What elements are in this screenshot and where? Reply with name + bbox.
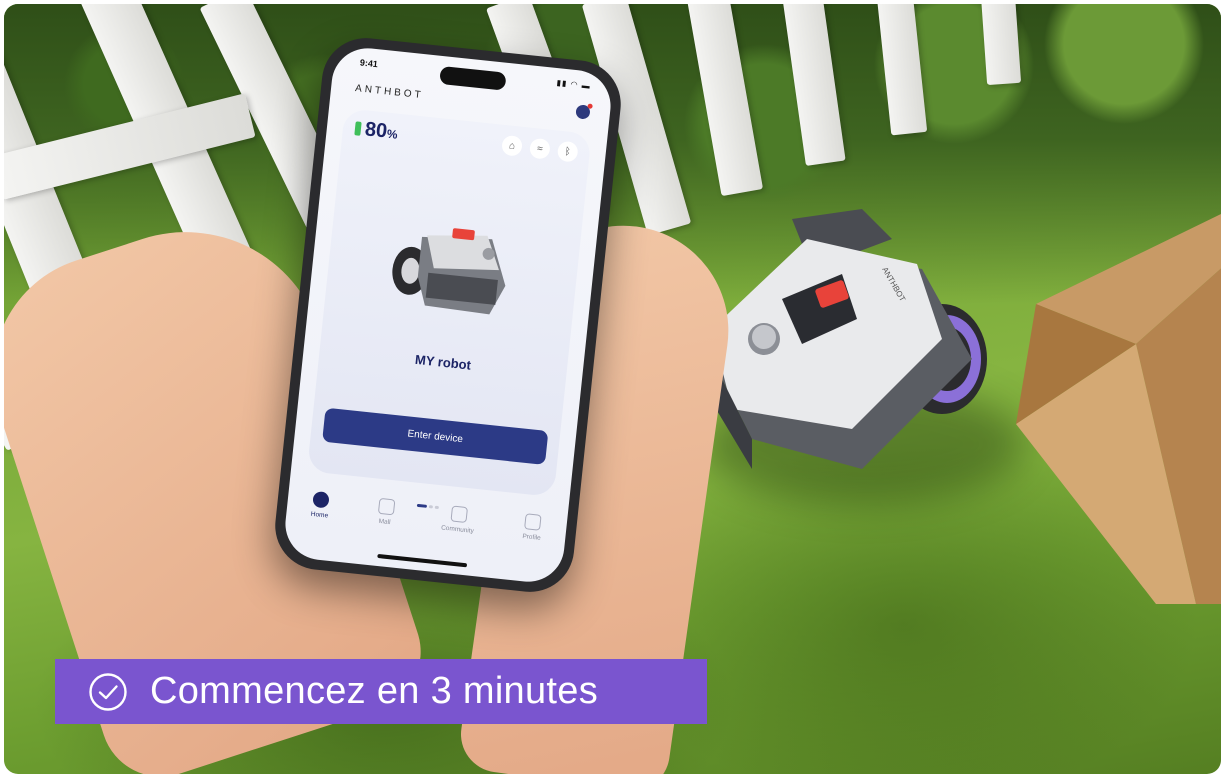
app-brand-logo: ANTHBOT xyxy=(354,83,425,102)
promo-banner: Commencez en 3 minutes xyxy=(55,659,707,724)
dynamic-island xyxy=(439,65,507,91)
battery-unit: % xyxy=(386,126,399,142)
device-card: 80% ⌂ ≈ ᛒ MY robot Enter device xyxy=(306,108,592,498)
wifi-icon[interactable]: ≈ xyxy=(528,137,551,160)
tab-home[interactable]: Home xyxy=(309,490,331,537)
home-indicator xyxy=(377,553,468,568)
robot-product-image xyxy=(392,228,506,315)
signal-wifi-battery-icon: ▮▮ ◠ ▬ xyxy=(556,78,592,91)
tab-mall[interactable]: Mall xyxy=(374,497,396,543)
tab-label: Profile xyxy=(521,533,542,542)
notification-icon[interactable] xyxy=(575,104,591,120)
tab-label: Home xyxy=(310,510,329,520)
robot-mower: ANTHBOT xyxy=(692,209,987,469)
community-icon xyxy=(450,505,468,524)
robot-name: MY robot xyxy=(414,351,472,373)
smartphone: 9:41 ▮▮ ◠ ▬ ANTHBOT 80% ⌂ ≈ ᛒ MY robot E… xyxy=(270,33,626,597)
enter-device-button[interactable]: Enter device xyxy=(322,407,549,465)
check-circle-icon xyxy=(89,672,127,711)
battery-icon xyxy=(354,121,362,136)
bluetooth-icon[interactable]: ᛒ xyxy=(556,140,579,163)
status-time: 9:41 xyxy=(359,57,379,70)
fence-picket xyxy=(980,4,1022,86)
tab-profile[interactable]: Profile xyxy=(520,513,543,559)
tab-label: Mall xyxy=(378,517,391,527)
app-screen: 9:41 ▮▮ ◠ ▬ ANTHBOT 80% ⌂ ≈ ᛒ MY robot E… xyxy=(281,44,615,586)
user-icon xyxy=(524,513,542,531)
tab-community[interactable]: Community xyxy=(439,505,476,552)
shopping-bag-icon xyxy=(377,497,396,516)
home-icon xyxy=(312,490,330,509)
tab-label: Community xyxy=(440,524,475,535)
battery-value: 80 xyxy=(363,118,389,143)
banner-text: Commencez en 3 minutes xyxy=(150,670,599,712)
battery-level: 80% xyxy=(364,118,399,144)
lock-icon[interactable]: ⌂ xyxy=(501,134,524,157)
connection-status: ⌂ ≈ ᛒ xyxy=(501,134,579,163)
cardboard-box xyxy=(1016,214,1221,604)
